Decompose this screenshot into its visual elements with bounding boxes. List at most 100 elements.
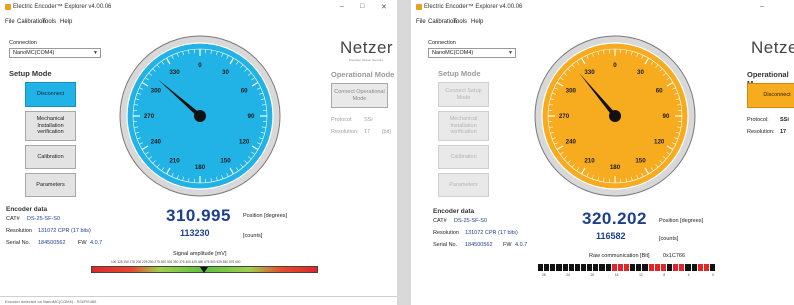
dial-label: 90: [248, 113, 255, 120]
connect-setup-mode-button[interactable]: Connect Setup Mode: [438, 82, 489, 107]
raw-bit-tick: 4: [687, 273, 690, 277]
dial-label: 270: [144, 113, 155, 120]
counts-unit: [counts]: [243, 233, 263, 239]
parameters-button[interactable]: Parameters: [438, 173, 489, 197]
mechanical-installation-button[interactable]: Mechanical Installation verification: [25, 111, 76, 141]
dial-label: 60: [656, 88, 663, 95]
close-icon[interactable]: ✕: [381, 3, 387, 11]
disconnect-button[interactable]: Disconnect: [747, 83, 794, 108]
chevron-down-icon: ▼: [508, 50, 513, 56]
menu-file[interactable]: File: [5, 19, 15, 25]
minimize-icon[interactable]: –: [760, 3, 764, 10]
raw-hex-value: 0x1C766: [663, 253, 686, 259]
connection-select[interactable]: NanoMC(COM4) ▼: [428, 48, 516, 58]
dial-hub: [609, 110, 621, 122]
position-dial: 0 30 60 90 120 150 180 210 240 270 300 330: [119, 35, 281, 197]
dial-label: 240: [566, 139, 577, 146]
counts-value: 113230: [180, 228, 210, 238]
setup-mode-title: Setup Mode: [9, 69, 52, 78]
chevron-down-icon: ▼: [93, 50, 98, 56]
raw-bit-tick: 28: [542, 273, 546, 277]
dial-label: 210: [584, 157, 595, 164]
menu-tools[interactable]: Tools: [42, 19, 56, 25]
dial-label: 180: [610, 164, 621, 171]
menu-help[interactable]: Help: [471, 19, 483, 25]
connection-value: NanoMC(COM4): [432, 50, 474, 56]
fw-value: 4.0.7: [515, 242, 528, 248]
dial-label: 0: [198, 62, 202, 69]
resolution-label: Resolution:: [331, 129, 359, 135]
resolution-field-label: Resolution: [433, 230, 459, 236]
protocol-label: Protocol:: [331, 117, 353, 123]
connection-select[interactable]: NanoMC(COM4) ▼: [9, 48, 101, 58]
connect-operational-mode-button[interactable]: Connect Operational Mode: [331, 83, 388, 108]
connection-value: NanoMC(COM4): [13, 50, 55, 56]
window-title: Electric Encoder™ Explorer v4.00.06: [13, 4, 112, 10]
dial-label: 300: [151, 88, 162, 95]
dial-label: 270: [559, 113, 570, 120]
cat-value: DS-25-SF-S0: [454, 218, 488, 224]
connection-label: Connection: [9, 40, 37, 46]
cat-label: CAT#: [433, 218, 447, 224]
resolution-field-label: Resolution: [6, 228, 32, 234]
disconnect-button[interactable]: Disconnect: [25, 82, 76, 107]
title-bar: Electric Encoder™ Explorer v4.00.06 –: [411, 0, 794, 15]
serial-label: Serial No.: [433, 242, 458, 248]
resolution-value: 17: [780, 129, 787, 135]
status-text: Encoder detected on NanoMC(COM4) - SSI/R…: [5, 299, 97, 304]
serial-value: 184500562: [38, 240, 66, 246]
dial-label: 330: [584, 69, 595, 76]
dial-label: 0: [613, 62, 617, 69]
protocol-label: Protocol:: [747, 117, 769, 123]
dial-label: 30: [637, 69, 644, 76]
menu-bar: File Calibration Tools Help: [0, 16, 397, 28]
dial-hub: [194, 110, 206, 122]
signal-amplitude-label: Signal amplitude [mV]: [173, 251, 227, 257]
raw-bits-ticks: 28 24 20 16 12 8 4 0: [538, 273, 716, 279]
parameters-button[interactable]: Parameters: [25, 173, 76, 197]
netzer-logo: Netze: [751, 38, 794, 57]
resolution-field-value: 131072 CPR (17 bits): [38, 228, 91, 234]
dial-label: 180: [195, 164, 206, 171]
position-dial: 0 30 60 90 120 150 180 210 240 270 300 330: [534, 35, 696, 197]
menu-help[interactable]: Help: [60, 19, 72, 25]
serial-value: 184500562: [465, 242, 493, 248]
dial-label: 120: [239, 139, 250, 146]
signal-marker-icon: [200, 267, 208, 273]
position-value: 310.995: [166, 206, 231, 225]
calibration-button[interactable]: Calibration: [438, 145, 489, 169]
mechanical-installation-button[interactable]: Mechanical Installation verification: [438, 111, 489, 141]
raw-bit-tick: 20: [590, 273, 595, 277]
position-value: 320.202: [582, 209, 647, 228]
connection-label: Connection: [428, 40, 456, 46]
app-icon: [416, 4, 422, 10]
raw-bit-tick: 12: [639, 273, 643, 277]
minimize-icon[interactable]: –: [340, 3, 344, 10]
right-app-window: Electric Encoder™ Explorer v4.00.06 – Fi…: [411, 0, 794, 305]
fw-label: FW: [503, 242, 512, 248]
netzer-logo: Netzer: [340, 38, 394, 57]
counts-value: 116582: [596, 231, 626, 241]
raw-bits-bar: [538, 264, 717, 271]
resolution-label: Resolution:: [747, 129, 775, 135]
calibration-button[interactable]: Calibration: [25, 145, 76, 169]
resolution-value: 17: [364, 129, 371, 135]
left-app-window: Electric Encoder™ Explorer v4.00.06 – □ …: [0, 0, 397, 305]
logo-tagline: Precision Motion Sensors: [349, 58, 384, 62]
menu-tools[interactable]: Tools: [453, 19, 467, 25]
maximize-icon[interactable]: □: [360, 3, 364, 10]
raw-bit-tick: 8: [663, 273, 666, 277]
serial-label: Serial No.: [6, 240, 31, 246]
protocol-value: SSi: [780, 117, 789, 123]
raw-communication-label: Raw communication [Bit]: [589, 253, 650, 259]
dial-label: 30: [222, 69, 229, 76]
raw-bit-tick: 24: [566, 273, 570, 277]
fw-label: FW: [78, 240, 87, 246]
raw-bit-tick: 0: [712, 273, 714, 277]
resolution-unit: [bit]: [382, 129, 391, 135]
signal-ticks: 100 125 150 175 200 225 250 275 300 325 …: [111, 260, 241, 264]
dial-label: 330: [169, 69, 180, 76]
counts-unit: [counts]: [659, 236, 679, 242]
encoder-data-title: Encoder data: [6, 206, 48, 213]
menu-file[interactable]: File: [416, 19, 426, 25]
